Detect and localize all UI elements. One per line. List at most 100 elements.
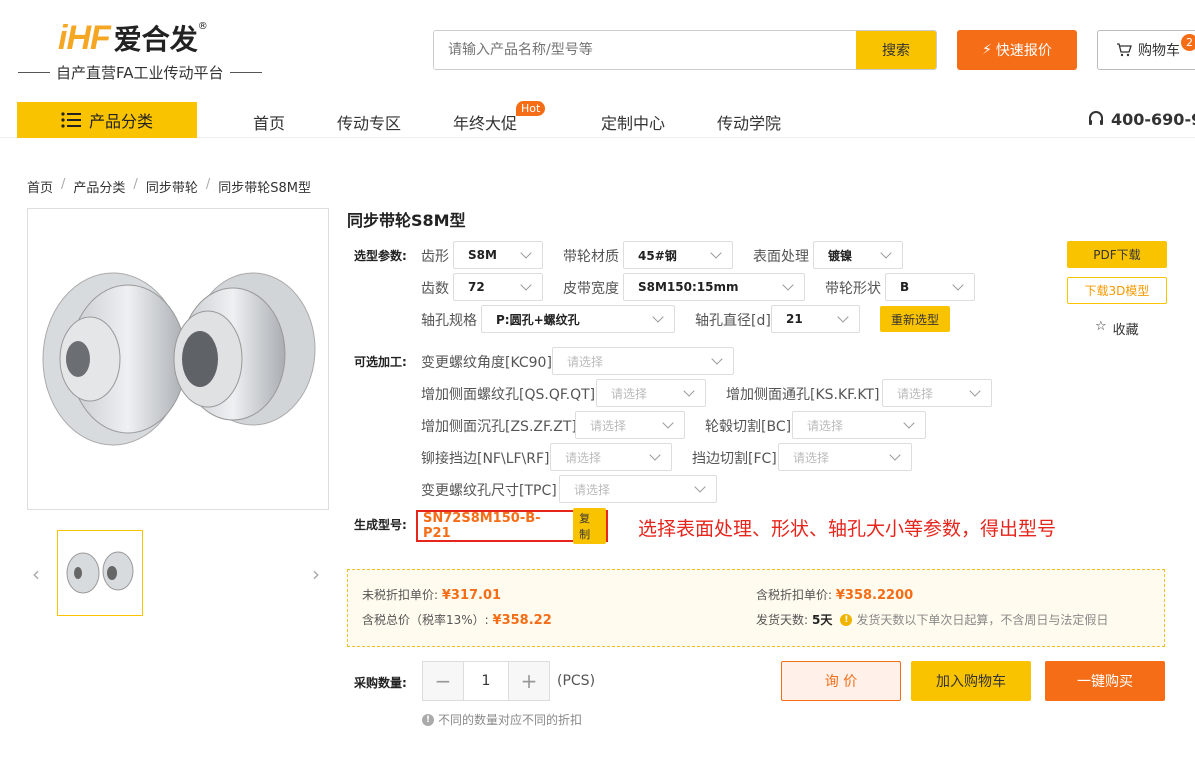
nav-item-academy[interactable]: 传动学院: [717, 110, 781, 134]
cart-button[interactable]: 购物车: [1097, 30, 1195, 70]
bore-spec-select[interactable]: P:圆孔+螺纹孔: [481, 305, 675, 333]
chevron-down-icon: [694, 481, 706, 493]
breadcrumb-category[interactable]: 产品分类: [73, 177, 125, 196]
shape-select[interactable]: B: [885, 273, 975, 301]
belt-width-select[interactable]: S8M150:15mm: [623, 273, 805, 301]
logo-registered: ®: [197, 20, 208, 32]
untaxed-price-label: 未税折扣单价:: [362, 588, 439, 602]
generated-model-label: 生成型号:: [354, 518, 407, 532]
search-input[interactable]: [434, 31, 856, 69]
breadcrumb-separator: /: [205, 177, 211, 192]
copy-button[interactable]: 复制: [573, 508, 606, 544]
price-box: [347, 569, 1165, 647]
bore-spec-value: P:圆孔+螺纹孔: [496, 312, 580, 327]
chevron-down-icon: [520, 247, 532, 259]
taxed-unit-price: 含税折扣单价: ¥358.2200: [756, 586, 913, 603]
teeth-label: 齿数: [421, 281, 449, 297]
info-icon: !: [840, 613, 853, 626]
cart-count-badge: 2: [1181, 34, 1195, 51]
product-image[interactable]: [27, 208, 329, 510]
shape-value: B: [900, 280, 910, 294]
breadcrumb-separator: /: [133, 177, 138, 192]
quantity-stepper: − 1 +: [422, 661, 550, 701]
quantity-unit: (PCS): [557, 673, 596, 689]
top-header: iHF 爱合发 ® 自产直营FA工业传动平台 搜索 ⚡ 快速报价 购物车 2: [0, 0, 1195, 100]
chevron-down-icon: [903, 417, 915, 429]
option-select[interactable]: 请选择: [575, 411, 685, 439]
option-label: 挡边切割[FC]: [692, 451, 777, 467]
chevron-down-icon: [837, 311, 849, 323]
breadcrumb-separator: /: [61, 177, 66, 192]
option-select[interactable]: 请选择: [596, 379, 706, 407]
chevron-down-icon: [952, 279, 964, 291]
option-select[interactable]: 请选择: [882, 379, 992, 407]
tooth-type-select[interactable]: S8M: [453, 241, 543, 269]
material-select[interactable]: 45#钢: [623, 241, 733, 269]
option-select[interactable]: 请选择: [778, 443, 912, 471]
quantity-minus-button[interactable]: −: [423, 662, 463, 700]
add-to-cart-button[interactable]: 加入购物车: [911, 661, 1031, 701]
favorite-button[interactable]: ☆ 收藏: [1095, 319, 1139, 338]
breadcrumb-current: 同步带轮S8M型: [218, 181, 311, 196]
product-title: 同步带轮S8M型: [347, 211, 466, 230]
taxed-total-value: ¥358.22: [492, 613, 552, 628]
quantity-note: ! 不同的数量对应不同的折扣: [422, 711, 582, 728]
chevron-down-icon: [710, 247, 722, 259]
buy-now-button[interactable]: 一键购买: [1045, 661, 1165, 701]
quantity-input[interactable]: 1: [463, 662, 509, 700]
chevron-down-icon: [880, 247, 892, 259]
breadcrumb-home[interactable]: 首页: [27, 177, 53, 196]
chevron-down-icon: [520, 279, 532, 291]
nav-item-home[interactable]: 首页: [253, 110, 285, 134]
breadcrumb: 首页 / 产品分类 / 同步带轮 / 同步带轮S8M型: [27, 177, 311, 196]
thumb-next-arrow-icon[interactable]: ›: [312, 562, 320, 586]
material-label: 带轮材质: [563, 249, 619, 265]
option-select[interactable]: 请选择: [559, 475, 717, 503]
thumb-prev-arrow-icon[interactable]: ‹: [32, 562, 40, 586]
cart-icon: [1117, 43, 1132, 57]
option-select[interactable]: 请选择: [792, 411, 926, 439]
shape-label: 带轮形状: [825, 281, 881, 297]
taxed-total-price: 含税总价（税率13%）: ¥358.22: [362, 611, 552, 628]
slogan: 自产直营FA工业传动平台: [18, 62, 262, 83]
hot-badge: Hot: [516, 101, 546, 116]
bore-dia-select[interactable]: 21: [771, 305, 860, 333]
option-placeholder: 请选择: [590, 418, 627, 433]
lightning-icon: ⚡: [982, 42, 992, 58]
option-placeholder: 请选择: [574, 482, 611, 497]
ship-days-value: 5天: [812, 613, 833, 627]
inquiry-button[interactable]: 询 价: [781, 661, 901, 701]
product-category-button[interactable]: 产品分类: [17, 102, 197, 138]
download-3d-button[interactable]: 下载3D模型: [1067, 277, 1167, 304]
option-label: 轮毂切割[BC]: [705, 419, 792, 435]
ship-note: 发货天数以下单次日起算，不含周日与法定假日: [856, 613, 1109, 627]
cart-label: 购物车: [1138, 43, 1180, 59]
option-select[interactable]: 请选择: [552, 347, 734, 375]
quantity-note-text: 不同的数量对应不同的折扣: [438, 713, 583, 727]
main-nav: 产品分类 首页 传动专区 年终大促 Hot 定制中心 传动学院 400-690-…: [0, 100, 1195, 138]
chevron-down-icon: [969, 385, 981, 397]
chevron-down-icon: [649, 449, 661, 461]
breadcrumb-subcategory[interactable]: 同步带轮: [146, 177, 198, 196]
chevron-down-icon: [782, 279, 794, 291]
quick-quote-button[interactable]: ⚡ 快速报价: [957, 30, 1077, 70]
star-icon: ☆: [1095, 319, 1107, 334]
surface-select[interactable]: 镀镍: [813, 241, 903, 269]
search-button[interactable]: 搜索: [856, 31, 936, 69]
reselect-button[interactable]: 重新选型: [880, 306, 950, 332]
option-select[interactable]: 请选择: [550, 443, 672, 471]
generated-model-code: SN72S8M150-B-P21: [423, 511, 541, 541]
chevron-down-icon: [889, 449, 901, 461]
nav-item-custom[interactable]: 定制中心: [601, 110, 665, 134]
pdf-download-button[interactable]: PDF下载: [1067, 241, 1167, 268]
bore-spec-label: 轴孔规格: [421, 313, 477, 329]
nav-item-transmission[interactable]: 传动专区: [337, 110, 401, 134]
thumbnail[interactable]: [57, 530, 143, 616]
quantity-plus-button[interactable]: +: [509, 662, 549, 700]
chevron-down-icon: [662, 417, 674, 429]
bore-dia-label: 轴孔直径[d]: [695, 313, 771, 329]
site-logo[interactable]: iHF 爱合发 ®: [58, 18, 208, 58]
nav-item-promo[interactable]: 年终大促: [453, 110, 517, 134]
surface-label: 表面处理: [753, 249, 809, 265]
teeth-select[interactable]: 72: [453, 273, 543, 301]
